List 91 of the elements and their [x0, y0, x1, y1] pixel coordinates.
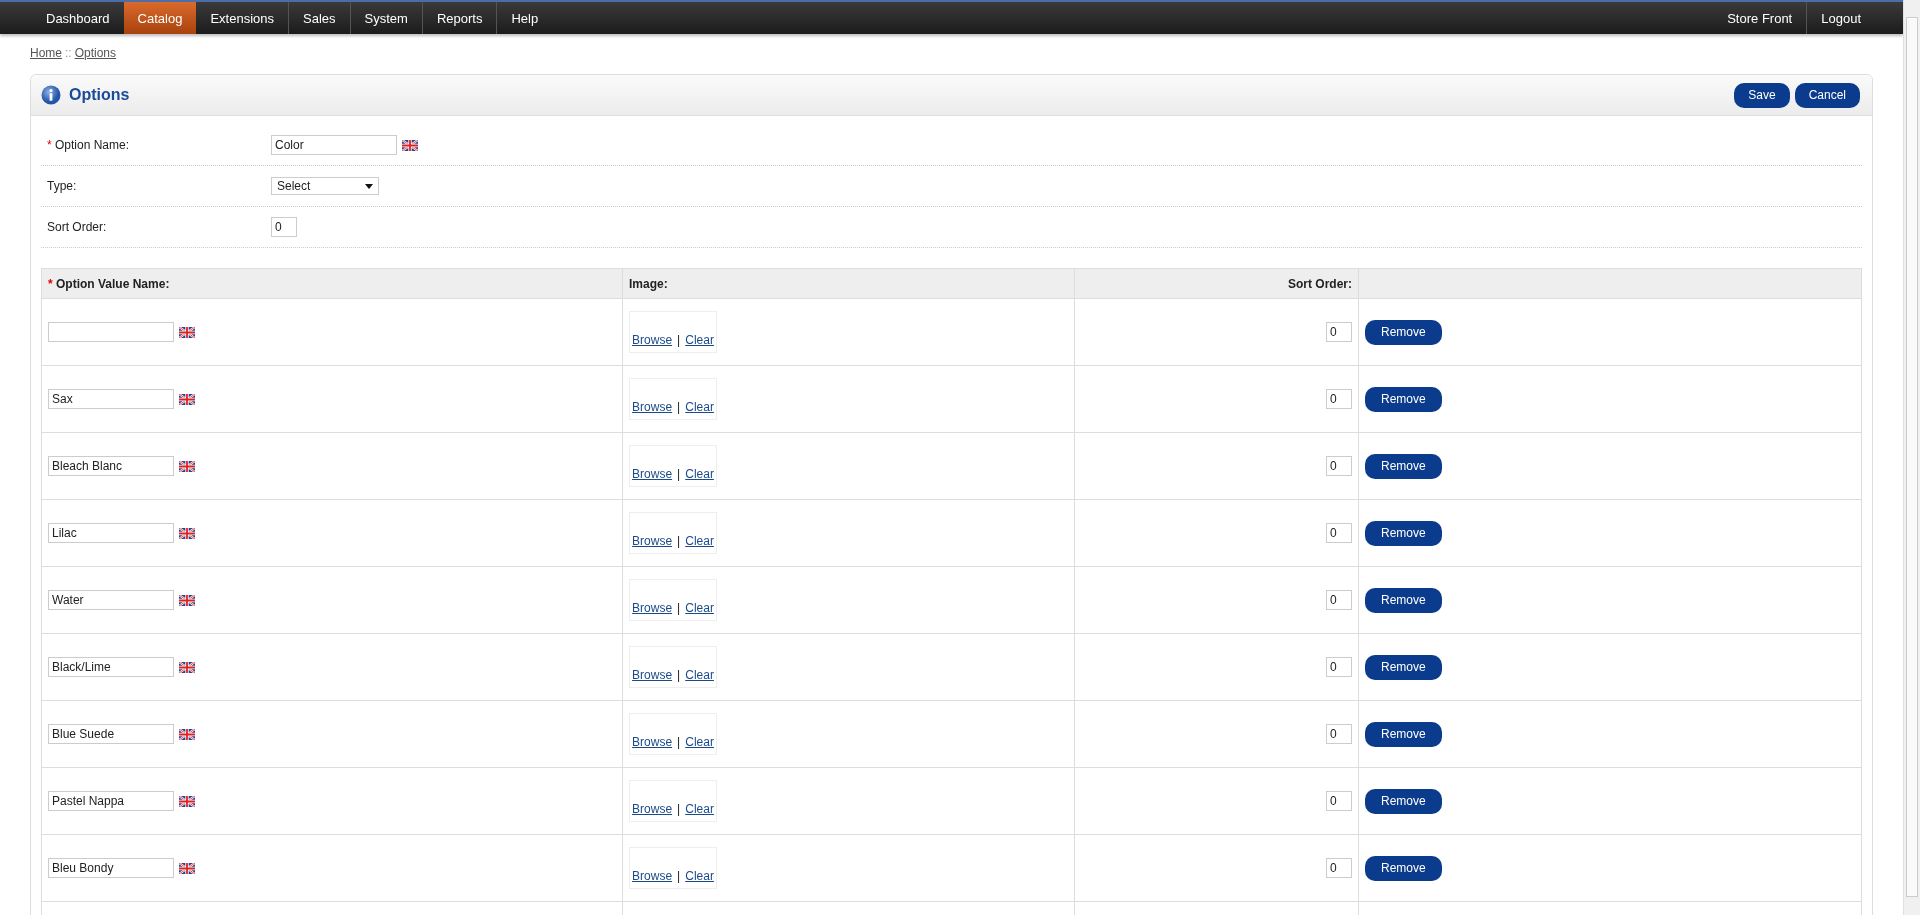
remove-button[interactable]: Remove [1365, 721, 1442, 747]
sort-order-field[interactable]: 0 [1326, 456, 1352, 476]
link-separator: | [677, 869, 681, 883]
link-separator: | [677, 333, 681, 347]
option-value-name-field[interactable]: Lilac [48, 523, 174, 543]
flag-icon[interactable] [179, 527, 195, 539]
sort-order-field[interactable]: 0 [271, 217, 297, 237]
link-separator: | [677, 400, 681, 414]
column-header: * Option Value Name: [41, 268, 623, 299]
field-label: Type: [47, 179, 77, 193]
breadcrumb-link[interactable]: Home [30, 46, 62, 60]
flag-icon[interactable] [179, 661, 195, 673]
option-value-name-field[interactable] [48, 322, 174, 342]
link-separator: | [677, 802, 681, 816]
flag-icon[interactable] [179, 393, 195, 405]
nav-tab[interactable]: Extensions [196, 2, 288, 34]
browse-link[interactable]: Browse [632, 869, 673, 883]
sort-order-field[interactable]: 0 [1326, 590, 1352, 610]
sort-order-field[interactable]: 0 [1326, 322, 1352, 342]
flag-icon[interactable] [179, 594, 195, 606]
flag-icon[interactable] [402, 139, 418, 151]
flag-icon[interactable] [179, 326, 195, 338]
option-value-name-field[interactable]: Water [48, 590, 174, 610]
breadcrumb-link[interactable]: Options [74, 46, 117, 60]
nav-tab[interactable]: System [349, 2, 422, 34]
remove-button[interactable]: Remove [1365, 386, 1442, 412]
clear-link[interactable]: Clear [685, 735, 714, 749]
browse-link[interactable]: Browse [632, 601, 673, 615]
browse-link[interactable]: Browse [632, 467, 673, 481]
nav-tab[interactable]: Sales [288, 2, 350, 34]
type-dropdown[interactable]: Select [271, 177, 379, 195]
sort-order-field[interactable]: 0 [1326, 858, 1352, 878]
remove-button[interactable]: Remove [1365, 654, 1442, 680]
link-separator: | [677, 735, 681, 749]
option-value-name-field[interactable]: Bleach Blanc [48, 456, 174, 476]
nav-tab[interactable]: Reports [421, 2, 497, 34]
breadcrumb-separator: :: [65, 46, 72, 60]
browse-link[interactable]: Browse [632, 534, 673, 548]
field-label: * Option Name: [47, 138, 130, 152]
clear-link[interactable]: Clear [685, 467, 714, 481]
column-header: Sort Order: [1074, 268, 1359, 299]
caret-icon [365, 183, 373, 189]
browse-link[interactable]: Browse [632, 400, 673, 414]
clear-link[interactable]: Clear [685, 802, 714, 816]
sort-order-field[interactable]: 0 [1326, 389, 1352, 409]
info-icon [41, 85, 61, 105]
sort-order-field[interactable]: 0 [1326, 523, 1352, 543]
sort-order-field[interactable]: 0 [1326, 791, 1352, 811]
panel-button[interactable]: Save [1734, 82, 1790, 108]
clear-link[interactable]: Clear [685, 333, 714, 347]
column-header: Image: [622, 268, 1075, 299]
flag-icon[interactable] [179, 795, 195, 807]
panel-button[interactable]: Cancel [1794, 82, 1860, 108]
browse-link[interactable]: Browse [632, 668, 673, 682]
nav-tab[interactable]: Catalog [123, 2, 197, 34]
clear-link[interactable]: Clear [685, 400, 714, 414]
clear-link[interactable]: Clear [685, 668, 714, 682]
browse-link[interactable]: Browse [632, 802, 673, 816]
browse-link[interactable]: Browse [632, 735, 673, 749]
link-separator: | [677, 668, 681, 682]
scrollbar[interactable] [1903, 0, 1920, 915]
nav-link[interactable]: Store Front [1713, 2, 1807, 34]
panel-title: Options [69, 86, 131, 104]
option-value-name-field[interactable]: Black/Lime [48, 657, 174, 677]
option-name-field[interactable]: Color [271, 135, 397, 155]
option-value-name-field[interactable]: Blue Suede [48, 724, 174, 744]
field-label: Sort Order: [47, 220, 107, 234]
sort-order-field[interactable]: 0 [1326, 724, 1352, 744]
flag-icon[interactable] [179, 460, 195, 472]
link-separator: | [677, 467, 681, 481]
nav-tab[interactable]: Help [496, 2, 553, 34]
clear-link[interactable]: Clear [685, 869, 714, 883]
nav-tab[interactable]: Dashboard [32, 2, 124, 34]
link-separator: | [677, 601, 681, 615]
sort-order-field[interactable]: 0 [1326, 657, 1352, 677]
remove-button[interactable]: Remove [1365, 453, 1442, 479]
browse-link[interactable]: Browse [632, 333, 673, 347]
flag-icon[interactable] [179, 728, 195, 740]
remove-button[interactable]: Remove [1365, 855, 1442, 881]
remove-button[interactable]: Remove [1365, 319, 1442, 345]
remove-button[interactable]: Remove [1365, 587, 1442, 613]
flag-icon[interactable] [179, 862, 195, 874]
link-separator: | [677, 534, 681, 548]
remove-button[interactable]: Remove [1365, 788, 1442, 814]
nav-link[interactable]: Logout [1806, 2, 1875, 34]
remove-button[interactable]: Remove [1365, 520, 1442, 546]
clear-link[interactable]: Clear [685, 601, 714, 615]
option-value-name-field[interactable]: Pastel Nappa [48, 791, 174, 811]
clear-link[interactable]: Clear [685, 534, 714, 548]
option-value-name-field[interactable]: Sax [48, 389, 174, 409]
option-value-name-field[interactable]: Bleu Bondy [48, 858, 174, 878]
